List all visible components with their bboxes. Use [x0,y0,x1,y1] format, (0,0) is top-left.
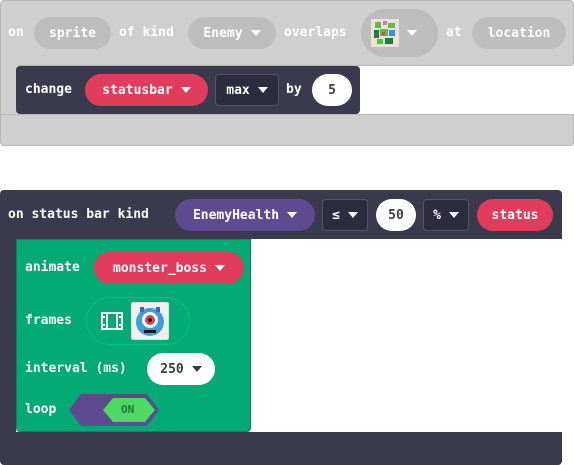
status-bar-header: on status bar kind [8,207,149,222]
chevron-down-icon [180,87,191,93]
word-at: at [446,25,462,40]
word-on: on [8,25,24,40]
image-dropdown[interactable] [361,9,438,57]
film-strip-icon [101,312,123,330]
frames-label: frames [25,313,72,328]
comparison-dropdown[interactable]: ≤ [322,199,368,231]
chevron-down-icon [191,366,202,372]
threshold-input[interactable]: 50 [376,199,416,231]
animate-label: animate [25,260,80,275]
word-overlaps: overlaps [284,25,347,40]
frames-picker[interactable] [86,297,190,345]
chevron-down-icon [448,212,459,218]
unit-dropdown[interactable]: % [423,199,469,231]
loop-label: loop [25,402,57,417]
overlap-c-arm [0,60,17,120]
chevron-down-icon [407,30,417,36]
chevron-down-icon [347,212,358,218]
interval-label: interval (ms) [25,361,127,376]
loop-toggle-label: ON [121,403,135,416]
overlap-bottom-arm [0,114,574,146]
interval-input[interactable]: 250 [147,353,215,385]
word-by: by [286,82,302,97]
location-param[interactable]: location [472,17,566,49]
monster-boss-variable[interactable]: monster_boss [94,252,244,284]
kind-dropdown[interactable]: Enemy [188,17,276,49]
loop-toggle[interactable] [69,394,159,426]
chevron-down-icon [214,265,225,271]
statusbar-variable[interactable]: statusbar [85,74,208,106]
chevron-down-icon [257,87,268,93]
pixel-art-thumbnail-icon [371,19,399,47]
cyclops-monster-icon[interactable] [131,302,169,340]
field-dropdown[interactable]: max [215,74,279,106]
sprite-param[interactable]: sprite [34,17,111,49]
status-param[interactable]: status [477,199,553,231]
animate-block[interactable]: animate monster_boss frames interval (ms… [16,239,251,432]
chevron-down-icon [250,30,261,36]
amount-input[interactable]: 5 [312,74,352,106]
status-kind-dropdown[interactable]: EnemyHealth [175,199,315,231]
word-change: change [25,82,72,97]
status-bottom-arm [0,432,562,465]
word-of-kind: of kind [119,25,174,40]
status-c-arm [0,236,16,436]
chevron-down-icon [287,212,298,218]
change-statusbar-block[interactable]: change statusbar max by 5 [16,66,360,114]
